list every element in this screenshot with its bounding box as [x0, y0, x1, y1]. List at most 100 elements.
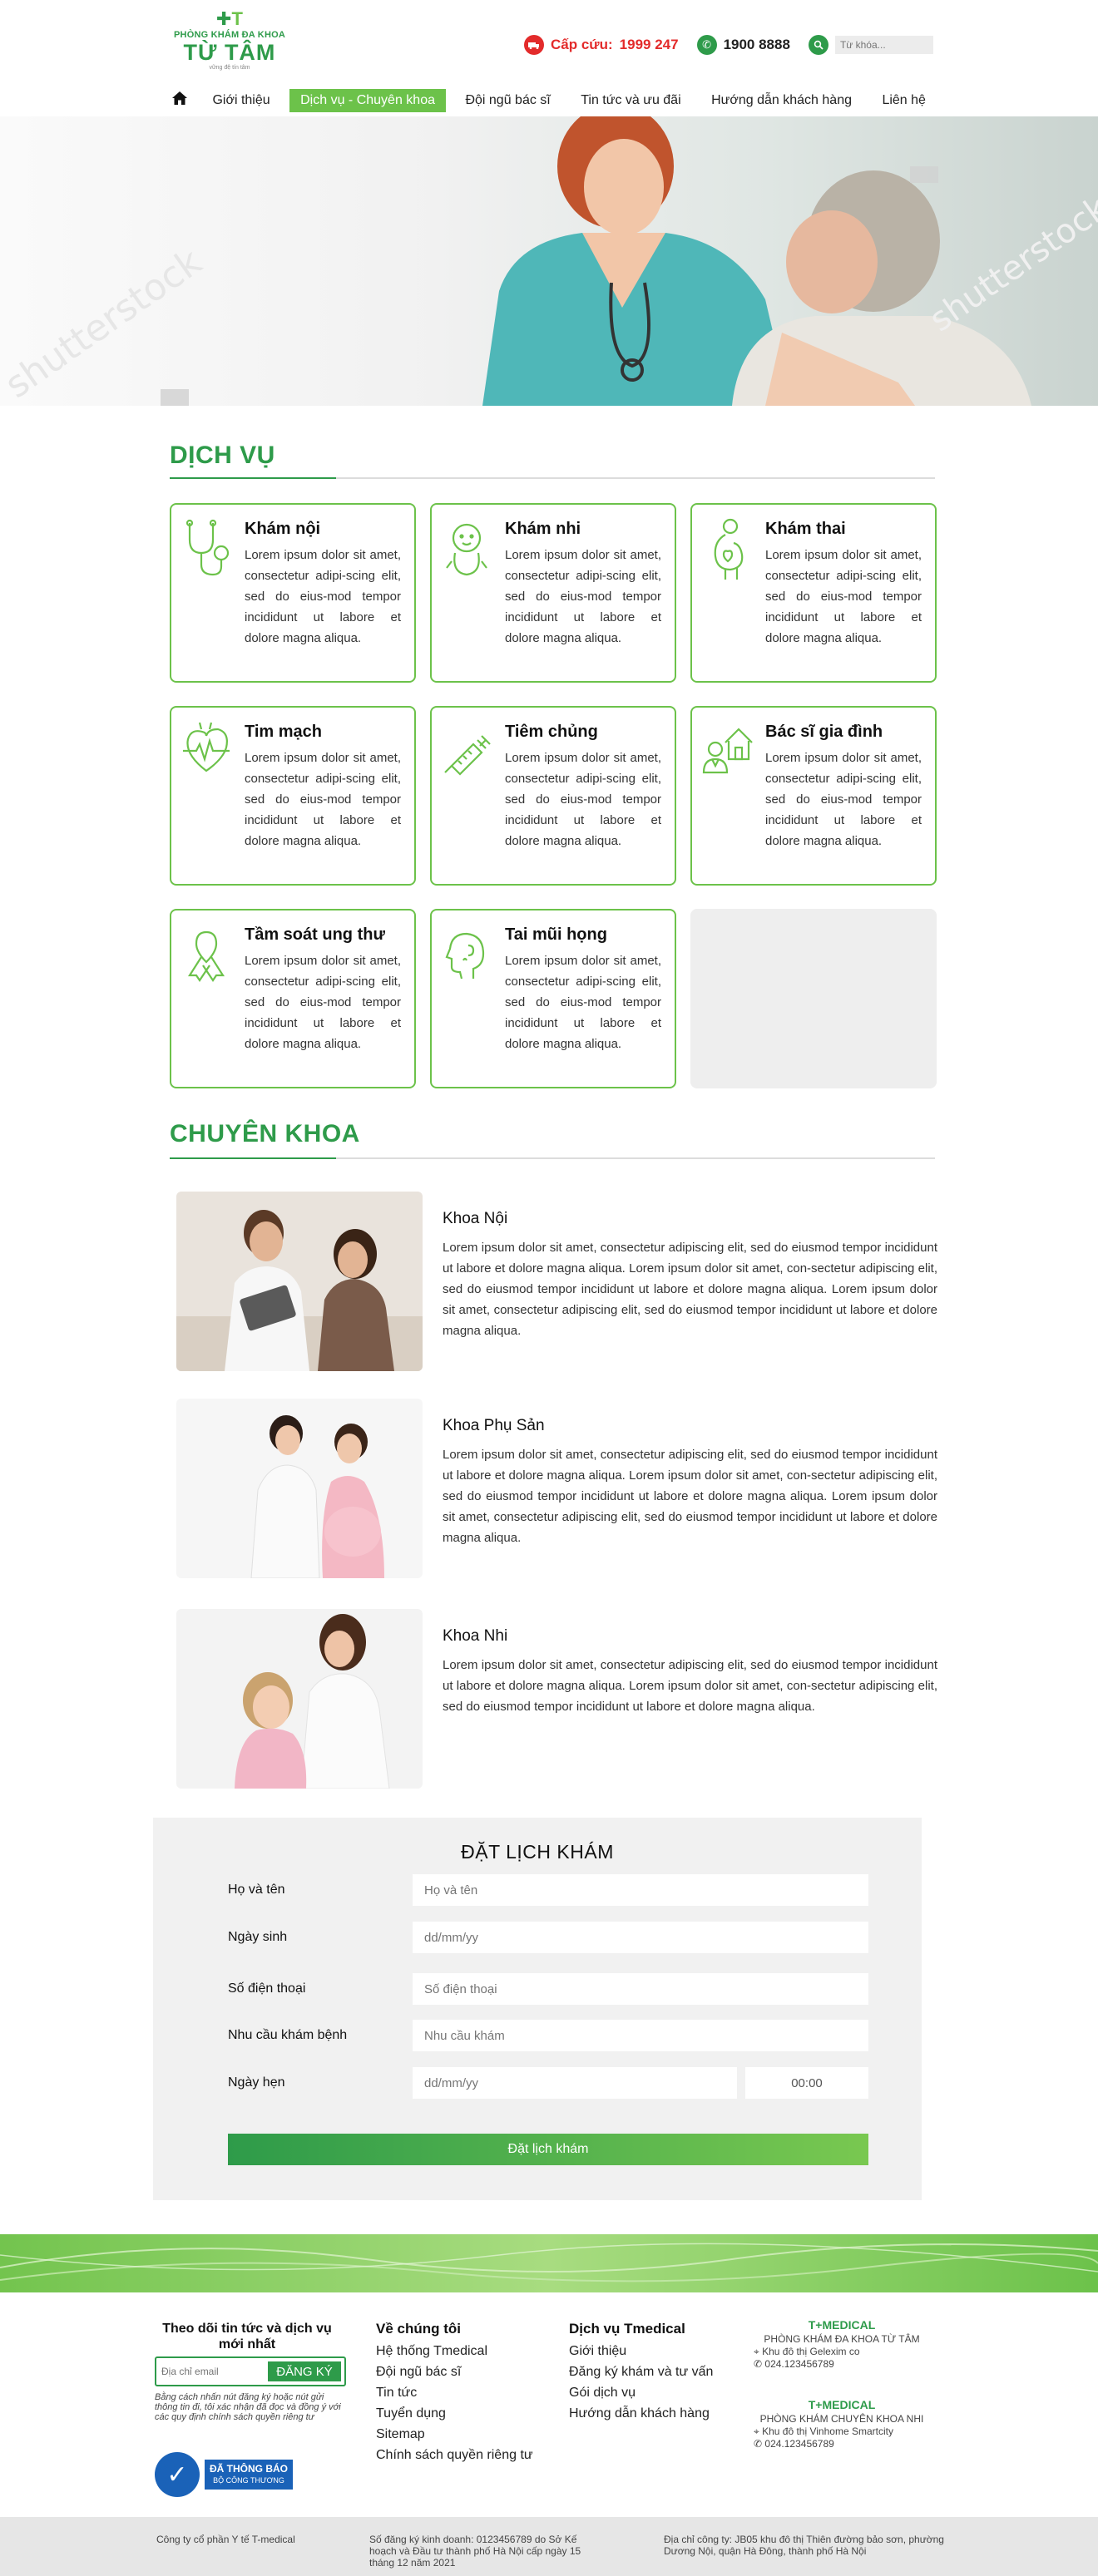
appointment-label: Ngày hẹn	[228, 2075, 285, 2090]
service-description: Lorem ipsum dolor sit amet, consectetur …	[245, 548, 401, 645]
service-card-general[interactable]: Khám nội Lorem ipsum dolor sit amet, con…	[170, 503, 416, 683]
service-card-ent[interactable]: Tai mũi họng Lorem ipsum dolor sit amet,…	[430, 909, 676, 1088]
service-card-pregnancy[interactable]: Khám thai Lorem ipsum dolor sit amet, co…	[690, 503, 937, 683]
booking-form: ĐẶT LỊCH KHÁM Họ và tên Ngày sinh Số điệ…	[153, 1818, 922, 2200]
appointment-time-field[interactable]	[745, 2067, 868, 2099]
nav-item-news[interactable]: Tin tức và ưu đãi	[570, 89, 691, 112]
logo-subtitle: PHÒNG KHÁM ĐA KHOA	[174, 30, 285, 40]
wave-decoration	[0, 2243, 1098, 2282]
dob-field[interactable]	[413, 1922, 868, 1953]
header-contact: Cấp cứu: 1999 247 ✆ 1900 8888	[524, 35, 933, 55]
footer-link-privacy[interactable]: Chính sách quyền riêng tư	[376, 2445, 533, 2465]
hotline-number: 1900 8888	[723, 37, 790, 52]
phone-row: Số điện thoại	[228, 1973, 868, 2006]
branch-phone: ✆ 024.123456789	[754, 2438, 834, 2450]
nav-item-services[interactable]: Dịch vụ - Chuyên khoa	[289, 89, 446, 112]
phone-icon: ✆	[754, 2438, 765, 2450]
home-icon[interactable]	[171, 91, 193, 111]
clinic-logo[interactable]: ✚T PHÒNG KHÁM ĐA KHOA TỪ TÂM vững đệ tín…	[171, 8, 288, 72]
specialty-photo	[176, 1609, 423, 1789]
ribbon-icon	[180, 920, 233, 987]
footer-link-careers[interactable]: Tuyển dụng	[376, 2403, 533, 2424]
footer-link-packages[interactable]: Gói dịch vụ	[569, 2382, 713, 2403]
site-header: ✚T PHÒNG KHÁM ĐA KHOA TỪ TÂM vững đệ tín…	[0, 0, 1098, 116]
services-grid: Khám nội Lorem ipsum dolor sit amet, con…	[170, 503, 937, 1088]
search-icon[interactable]	[808, 35, 828, 55]
footer-services-column: Dịch vụ Tmedical Giới thiệu Đăng ký khám…	[569, 2321, 713, 2424]
dob-label: Ngày sinh	[228, 1930, 288, 1944]
search-box	[808, 35, 933, 55]
newsletter-form: ĐĂNG KÝ	[155, 2356, 346, 2386]
service-title: Tiêm chủng	[505, 723, 598, 741]
emergency-contact[interactable]: Cấp cứu: 1999 247	[524, 35, 679, 55]
heart-icon	[180, 718, 233, 784]
page: ✚T PHÒNG KHÁM ĐA KHOA TỪ TÂM vững đệ tín…	[0, 0, 1098, 2576]
tmedical-logo: T+MEDICAL	[808, 2318, 876, 2332]
specialty-item-obstetrics[interactable]: Khoa Phụ Sản Lorem ipsum dolor sit amet,…	[176, 1399, 937, 1578]
footer-link-doctors[interactable]: Đội ngũ bác sĩ	[376, 2361, 533, 2382]
emergency-number: 1999 247	[619, 37, 679, 52]
newsletter-subscribe-button[interactable]: ĐĂNG KÝ	[268, 2361, 341, 2381]
logo-slogan: vững đệ tín tâm	[209, 65, 250, 71]
newsletter-email-input[interactable]	[161, 2363, 261, 2380]
appointment-row: Ngày hẹn	[228, 2067, 868, 2100]
specialty-item-pediatrics[interactable]: Khoa Nhi Lorem ipsum dolor sit amet, con…	[176, 1609, 937, 1789]
footer-link-intro[interactable]: Giới thiệu	[569, 2341, 713, 2361]
service-description: Lorem ipsum dolor sit amet, consectetur …	[245, 954, 401, 1051]
nav-item-guide[interactable]: Hướng dẫn khách hàng	[700, 89, 863, 112]
service-card-family-doctor[interactable]: Bác sĩ gia đình Lorem ipsum dolor sit am…	[690, 706, 937, 886]
service-description: Lorem ipsum dolor sit amet, consectetur …	[505, 751, 661, 848]
hotline-contact[interactable]: ✆ 1900 8888	[696, 35, 790, 55]
stethoscope-icon	[180, 515, 233, 581]
footer-link-system[interactable]: Hệ thống Tmedical	[376, 2341, 533, 2361]
site-footer: Theo dõi tin tức và dịch vụ mới nhất ĐĂN…	[0, 2292, 1098, 2517]
specialty-description: Lorem ipsum dolor sit amet, consectetur …	[443, 1658, 937, 1714]
service-card-cardiology[interactable]: Tim mạch Lorem ipsum dolor sit amet, con…	[170, 706, 416, 886]
main-nav: Giới thiệu Dịch vụ - Chuyên khoa Đội ngũ…	[171, 89, 937, 112]
footer-link-guide[interactable]: Hướng dẫn khách hàng	[569, 2403, 713, 2424]
book-appointment-button[interactable]: Đặt lịch khám	[228, 2134, 868, 2165]
phone-icon: ✆	[754, 2358, 765, 2370]
nav-item-doctors[interactable]: Đội ngũ bác sĩ	[454, 89, 561, 112]
business-license: Số đăng ký kinh doanh: 0123456789 do Sở …	[369, 2534, 581, 2569]
need-field[interactable]	[413, 2020, 868, 2051]
specialty-photo	[176, 1399, 423, 1578]
specialty-item-internal[interactable]: Khoa Nội Lorem ipsum dolor sit amet, con…	[176, 1192, 937, 1371]
dob-row: Ngày sinh	[228, 1922, 868, 1955]
footer-link-sitemap[interactable]: Sitemap	[376, 2424, 533, 2445]
logo-mark: ✚T	[216, 8, 243, 29]
branch-address: ⌖ Khu đô thị Gelexim co	[754, 2346, 860, 2357]
footer-link-news[interactable]: Tin tức	[376, 2382, 533, 2403]
search-input[interactable]	[834, 36, 933, 54]
booking-title: ĐẶT LỊCH KHÁM	[461, 1841, 614, 1863]
ministry-registered-badge[interactable]: ✓ ĐÃ THÔNG BÁO BỘ CÔNG THƯƠNG	[155, 2450, 294, 2499]
phone-field[interactable]	[413, 1973, 868, 2005]
appointment-date-field[interactable]	[413, 2067, 737, 2099]
service-description: Lorem ipsum dolor sit amet, consectetur …	[245, 751, 401, 848]
need-label: Nhu cầu khám bệnh	[228, 2028, 348, 2042]
newsletter-note: Bằng cách nhấn nút đăng ký hoặc nút gửi …	[155, 2392, 341, 2422]
specialty-name: Khoa Phụ Sản	[443, 1417, 545, 1434]
service-title: Khám nội	[245, 520, 321, 538]
nav-item-contact[interactable]: Liên hệ	[871, 89, 937, 112]
newsletter-title: Theo dõi tin tức và dịch vụ mới nhất	[162, 2322, 332, 2351]
branch-pediatric-clinic: T+MEDICAL PHÒNG KHÁM CHUYÊN KHOA NHI ⌖ K…	[747, 2399, 937, 2450]
ent-icon	[440, 920, 493, 987]
phone-label: Số điện thoại	[228, 1981, 306, 1996]
service-card-pediatrics[interactable]: Khám nhi Lorem ipsum dolor sit amet, con…	[430, 503, 676, 683]
services-divider	[170, 477, 935, 479]
service-title: Tai mũi họng	[505, 925, 607, 944]
badge-text: ĐÃ THÔNG BÁO BỘ CÔNG THƯƠNG	[205, 2460, 293, 2490]
service-title: Khám thai	[765, 520, 846, 538]
syringe-icon	[440, 718, 493, 784]
service-card-cancer-screening[interactable]: Tầm soát ung thư Lorem ipsum dolor sit a…	[170, 909, 416, 1088]
specialty-name: Khoa Nhi	[443, 1627, 508, 1645]
service-card-vaccination[interactable]: Tiêm chủng Lorem ipsum dolor sit amet, c…	[430, 706, 676, 886]
footer-link-register[interactable]: Đăng ký khám và tư vấn	[569, 2361, 713, 2382]
branch-address: ⌖ Khu đô thị Vinhome Smartcity	[754, 2425, 893, 2437]
nav-item-about[interactable]: Giới thiệu	[201, 89, 280, 112]
specialty-photo	[176, 1192, 423, 1371]
name-field[interactable]	[413, 1874, 868, 1906]
location-pin-icon: ⌖	[754, 2346, 763, 2357]
hero-banner-image: shutterstock shutterstock	[0, 116, 1098, 406]
